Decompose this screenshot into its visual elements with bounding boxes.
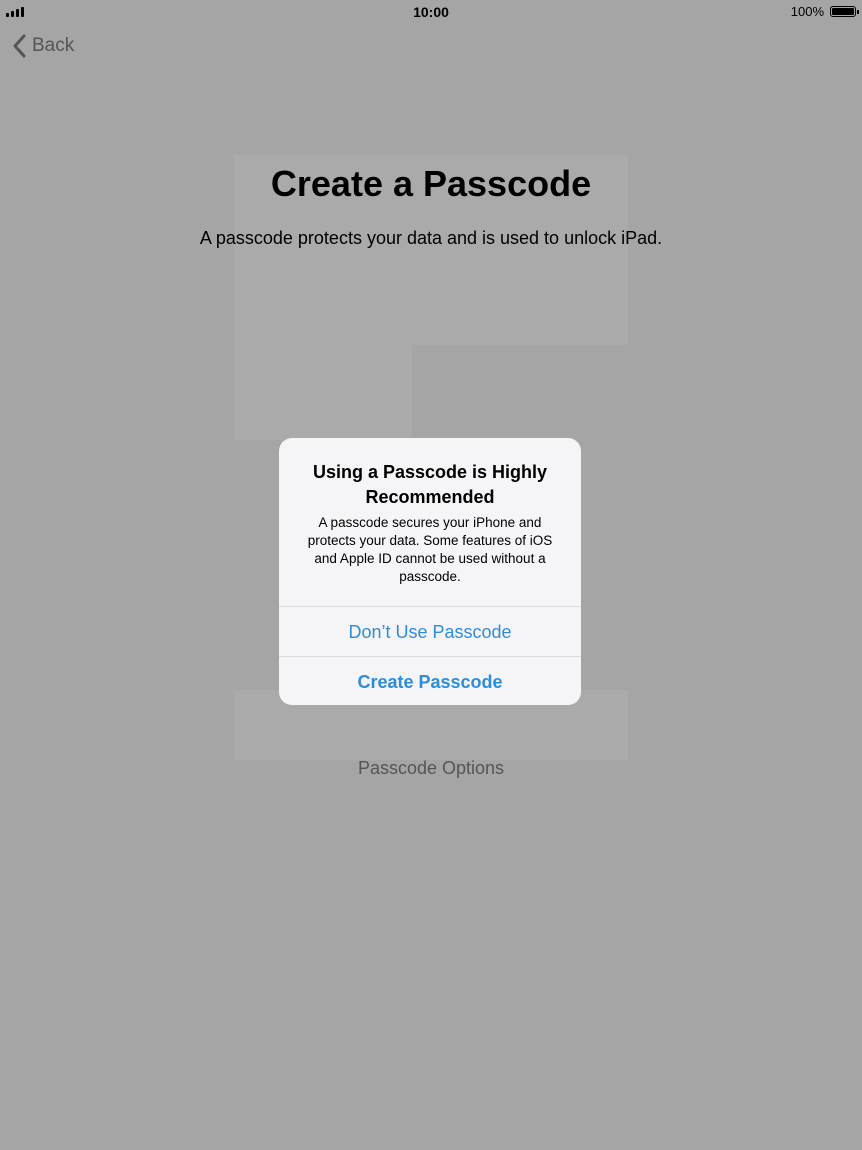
status-time: 10:00 xyxy=(413,4,449,20)
status-bar: 10:00 100% xyxy=(0,0,862,24)
passcode-options-button[interactable]: Passcode Options xyxy=(0,758,862,779)
alert-title: Using a Passcode is Highly Recommended xyxy=(312,462,548,507)
dont-use-passcode-button[interactable]: Don’t Use Passcode xyxy=(279,606,581,657)
page-title: Create a Passcode xyxy=(270,163,592,204)
create-passcode-button[interactable]: Create Passcode xyxy=(279,656,581,707)
page-subtitle: A passcode protects your data and is use… xyxy=(199,228,663,248)
alert-message: A passcode secures your iPhone and prote… xyxy=(307,515,553,584)
battery-percentage: 100% xyxy=(790,4,824,19)
back-button[interactable]: Back xyxy=(12,34,74,58)
background-panel xyxy=(234,345,412,440)
back-label: Back xyxy=(32,35,75,56)
battery-icon xyxy=(830,6,859,17)
chevron-left-icon xyxy=(13,34,26,58)
